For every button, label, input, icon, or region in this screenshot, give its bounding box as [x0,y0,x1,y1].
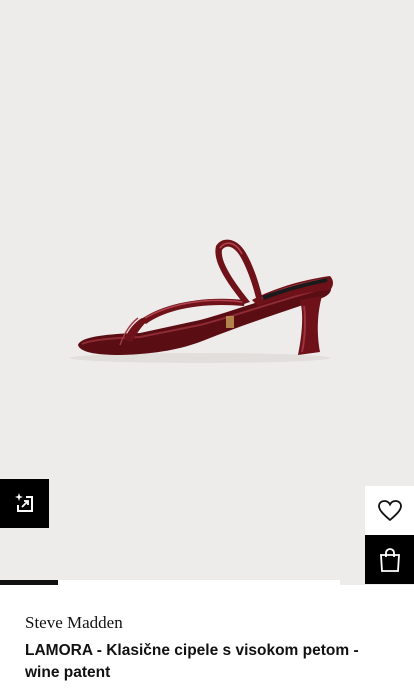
sparkle-frame-icon [14,492,33,512]
product-title: LAMORA - Klasične cipele s visokom petom… [25,642,359,681]
product-image[interactable] [0,0,414,585]
add-to-bag-button[interactable] [365,535,414,584]
try-on-button[interactable] [0,479,49,528]
gallery-progress [0,580,340,585]
gallery-progress-fill [0,580,58,585]
shopping-bag-icon [379,547,400,572]
brand-name[interactable]: Steve Madden [25,612,395,634]
heart-icon [377,499,402,521]
wishlist-button[interactable] [365,486,414,535]
product-info: Steve Madden LAMORA - Klasične cipele s … [25,612,395,684]
shoe-image [70,239,333,363]
